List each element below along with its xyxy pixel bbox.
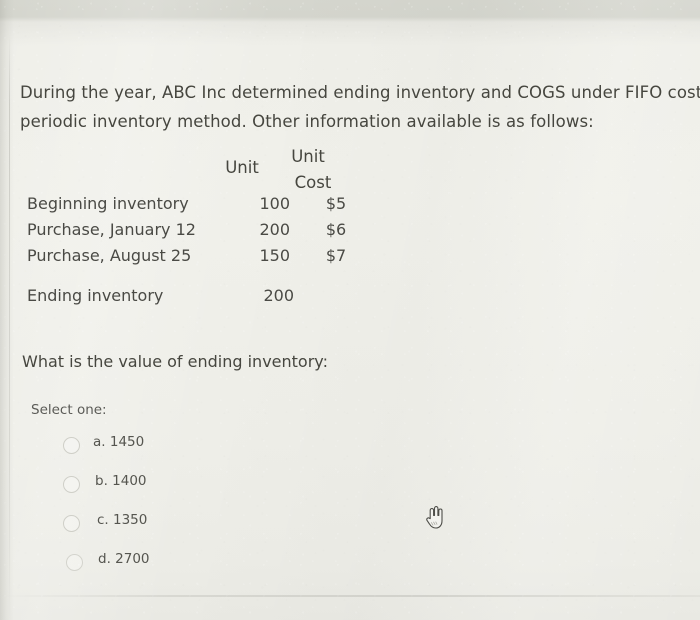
select-one-label: Select one: <box>31 402 107 418</box>
answer-option-label: a. 1450 <box>93 434 145 450</box>
pointing-hand-cursor-icon <box>424 506 444 530</box>
answer-option-label: d. 2700 <box>98 551 150 567</box>
table-row: Purchase, January 12 200 $6 <box>0 220 400 246</box>
column-header-unit-cost-line-2: Cost <box>294 173 332 192</box>
row-units: 200 <box>263 286 294 305</box>
row-units: 100 <box>259 194 290 213</box>
row-units: 150 <box>259 246 290 265</box>
question-statement-line-2: periodic inventory method. Other informa… <box>20 112 594 131</box>
row-label: Ending inventory <box>27 286 164 305</box>
row-units: 200 <box>259 220 290 239</box>
quiz-content: During the year, ABC Inc determined endi… <box>0 0 700 620</box>
radio-button-icon[interactable] <box>63 515 80 532</box>
answer-option-label: b. 1400 <box>95 473 147 489</box>
row-unit-cost: $5 <box>325 194 347 213</box>
inventory-table: Unit Unit Cost Beginning inventory 100 $… <box>0 142 400 312</box>
question-statement-line-1: During the year, ABC Inc determined endi… <box>20 83 700 102</box>
row-unit-cost: $6 <box>325 220 347 239</box>
row-label: Purchase, January 12 <box>27 220 196 239</box>
column-header-unit-cost-line-1: Unit <box>291 147 325 166</box>
row-unit-cost: $7 <box>325 246 347 265</box>
radio-button-icon[interactable] <box>63 437 80 454</box>
column-header-unit: Unit <box>225 158 259 177</box>
answer-option-label: c. 1350 <box>97 512 148 528</box>
radio-button-icon[interactable] <box>63 476 80 493</box>
question-statement: During the year, ABC Inc determined endi… <box>20 78 700 136</box>
table-row: Purchase, August 25 150 $7 <box>0 246 400 272</box>
inventory-table-header: Unit Unit Cost <box>0 142 400 194</box>
column-header-unit-cost: Unit Cost <box>278 144 338 196</box>
quiz-page-photo: During the year, ABC Inc determined endi… <box>0 0 700 620</box>
table-row-ending-inventory: Ending inventory 200 <box>0 286 400 312</box>
sub-question-prompt: What is the value of ending inventory: <box>22 352 328 371</box>
table-row: Beginning inventory 100 $5 <box>0 194 400 220</box>
radio-button-icon[interactable] <box>66 554 83 571</box>
row-label: Purchase, August 25 <box>27 246 192 265</box>
row-label: Beginning inventory <box>27 194 189 213</box>
